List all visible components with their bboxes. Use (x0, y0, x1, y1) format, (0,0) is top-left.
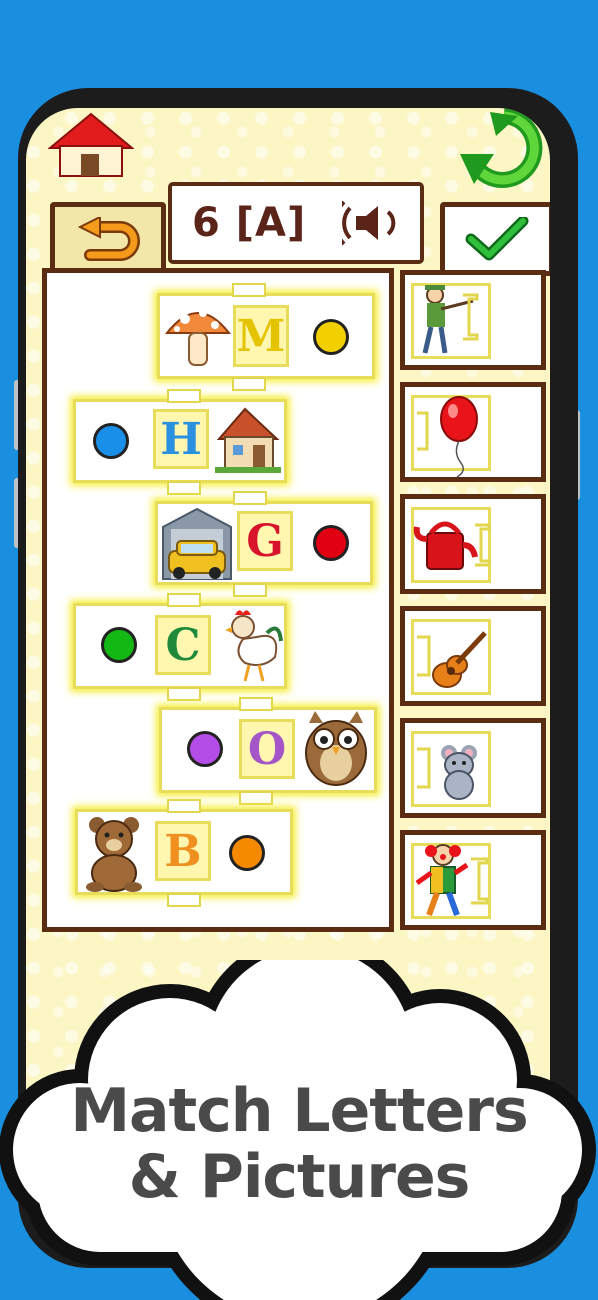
banner-title-line-1: Match Letters (70, 1076, 528, 1146)
side-card-balloon[interactable] (400, 382, 546, 482)
letter-tile-b: B (155, 821, 211, 881)
color-dot-yellow (313, 319, 349, 355)
letter-tile-m: M (233, 305, 289, 367)
owl-icon (301, 709, 371, 789)
watering-can-icon (413, 521, 491, 570)
letter-tile-o: O (239, 719, 295, 779)
undo-arrow-icon (77, 217, 140, 261)
side-card-mouse[interactable] (400, 718, 546, 818)
level-label: 6 [A] (192, 200, 307, 246)
color-dot-orange (229, 835, 265, 871)
puzzle-board: M H G C O B (42, 268, 394, 932)
speaker-icon (333, 200, 396, 246)
guitar-icon (417, 631, 487, 688)
color-dot-purple (187, 731, 223, 767)
color-dot-blue (93, 423, 129, 459)
house-picture-icon (213, 403, 283, 475)
side-card-hunter[interactable] (400, 270, 546, 370)
check-answer-button[interactable] (440, 202, 550, 276)
sound-button[interactable] (333, 200, 406, 250)
mouse-icon (417, 745, 477, 800)
letter-tile-c: C (155, 615, 211, 675)
color-dot-red (313, 525, 349, 561)
level-title-box: 6 [A] (168, 182, 424, 264)
clown-icon (415, 844, 489, 917)
refresh-button[interactable] (456, 108, 550, 194)
car-garage-icon (161, 507, 233, 581)
side-card-clown[interactable] (400, 830, 546, 930)
teddy-bear-icon (79, 813, 149, 893)
side-card-watering-can[interactable] (400, 494, 546, 594)
checkmark-icon (465, 217, 529, 261)
banner-title-line-2: & Pictures (128, 1142, 471, 1212)
undo-button[interactable] (50, 202, 166, 276)
side-card-guitar[interactable] (400, 606, 546, 706)
rooster-icon (223, 607, 283, 685)
hunter-icon (422, 285, 479, 354)
refresh-arrows-icon (460, 108, 543, 188)
letter-tile-h: H (153, 409, 209, 469)
balloon-icon (417, 396, 478, 477)
home-button[interactable] (47, 112, 135, 182)
letter-tile-g: G (237, 511, 293, 571)
color-dot-green (101, 627, 137, 663)
mushroom-icon (163, 299, 233, 371)
house-icon (47, 112, 135, 177)
